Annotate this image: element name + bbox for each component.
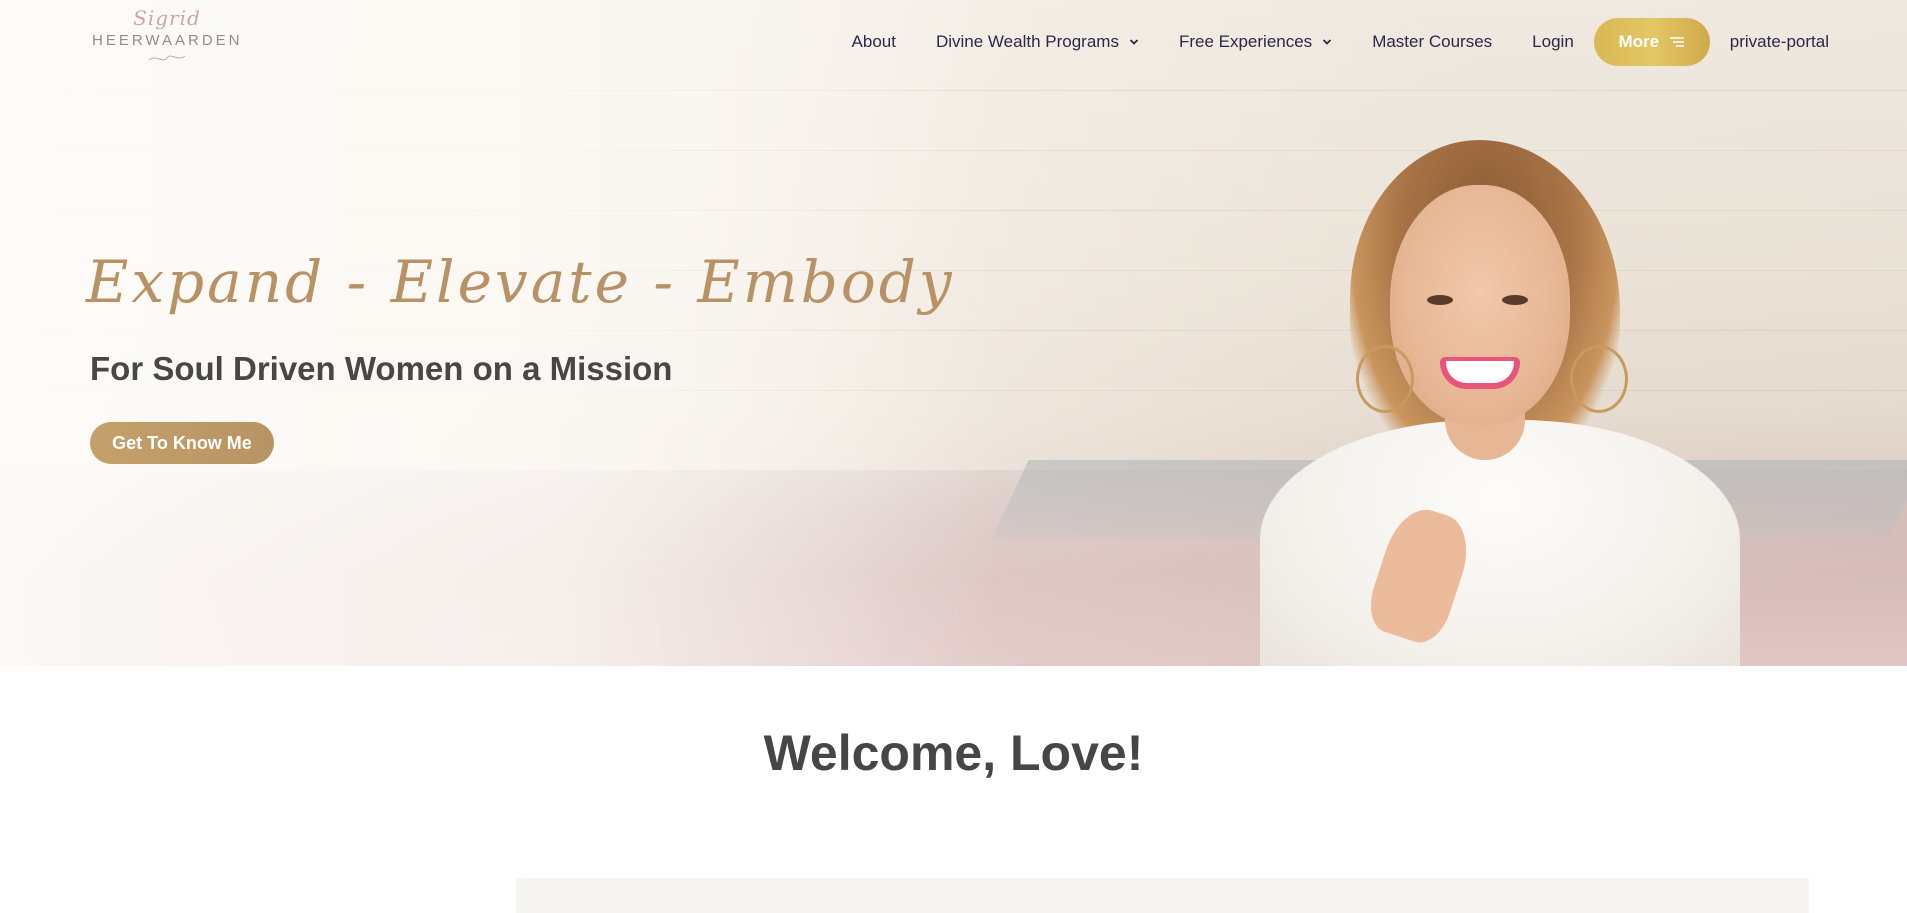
page: Sigrid HEERWAARDEN About Divine Wealth P… — [0, 0, 1907, 913]
nav-item-free-experiences[interactable]: Free Experiences — [1179, 32, 1332, 52]
logo-name-text: HEERWAARDEN — [92, 32, 243, 49]
nav-item-private-portal[interactable]: private-portal — [1730, 32, 1829, 52]
welcome-heading: Welcome, Love! — [763, 725, 1144, 781]
nav-item-label: Master Courses — [1372, 32, 1493, 51]
portrait-face — [1390, 185, 1570, 425]
portrait-earring-right — [1570, 345, 1628, 413]
logo-script-text: Sigrid — [133, 6, 201, 30]
hero-section: Sigrid HEERWAARDEN About Divine Wealth P… — [0, 0, 1907, 666]
nav-item-login[interactable]: Login — [1532, 32, 1574, 52]
nav-item-label: Login — [1532, 32, 1574, 51]
portrait-eye-left — [1427, 295, 1453, 305]
hero-tagline: Expand - Elevate - Embody — [86, 248, 955, 316]
nav-item-master-courses[interactable]: Master Courses — [1372, 32, 1492, 52]
portrait-smile — [1440, 357, 1520, 389]
more-button-label: More — [1618, 32, 1660, 51]
chevron-down-icon — [1129, 39, 1139, 45]
nav-item-label: About — [851, 32, 896, 51]
chevron-down-icon — [1323, 39, 1332, 45]
hero-portrait-image — [1230, 130, 1750, 666]
site-logo[interactable]: Sigrid HEERWAARDEN — [92, 6, 242, 76]
portrait-earring-left — [1356, 345, 1414, 413]
content-panel — [516, 878, 1809, 913]
nav-item-divine-wealth-programs[interactable]: Divine Wealth Programs — [936, 32, 1139, 52]
main-navigation: About Divine Wealth Programs Free Experi… — [852, 18, 1829, 66]
nav-item-about[interactable]: About — [852, 32, 896, 52]
get-to-know-me-button[interactable]: Get To Know Me — [90, 422, 274, 464]
nav-item-label: Divine Wealth Programs — [935, 32, 1119, 51]
nav-item-label: private-portal — [1729, 32, 1829, 51]
nav-item-label: Free Experiences — [1178, 32, 1313, 51]
logo-swirl-icon — [148, 55, 186, 61]
hero-fade-overlay — [0, 0, 1000, 666]
menu-lines-icon — [1670, 37, 1685, 47]
hero-subtitle: For Soul Driven Women on a Mission — [90, 350, 673, 387]
more-menu-button[interactable]: More — [1593, 18, 1710, 66]
portrait-eye-right — [1502, 295, 1528, 305]
